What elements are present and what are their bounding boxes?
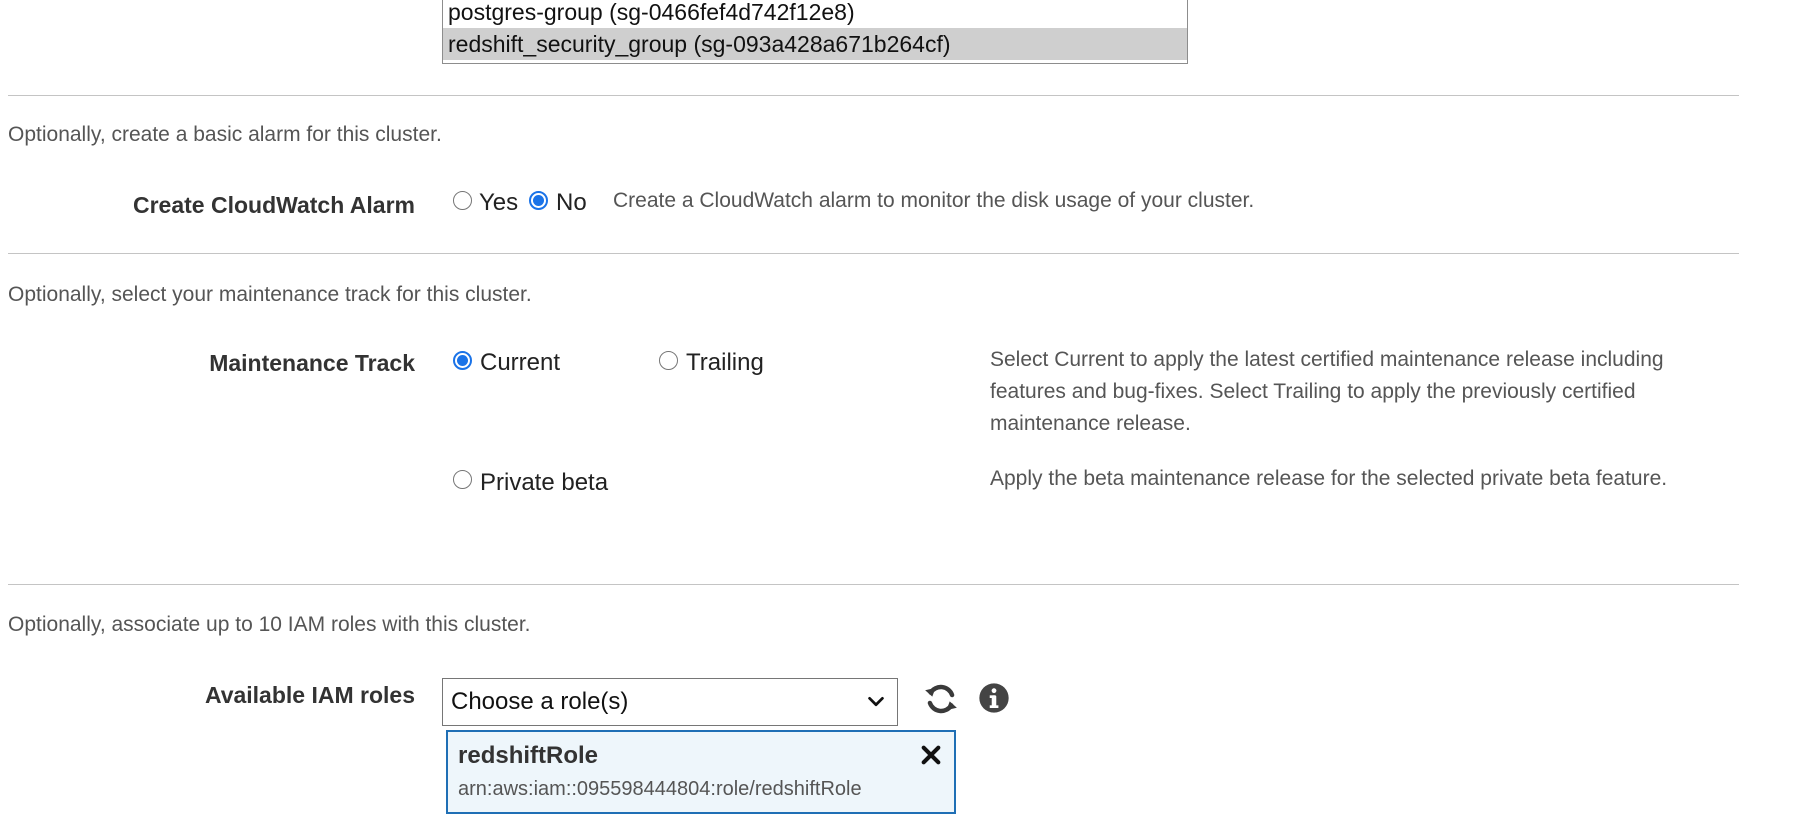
maintenance-trailing-radio[interactable] <box>659 351 678 370</box>
maintenance-help-line: features and bug-fixes. Select Trailing … <box>990 380 1636 403</box>
available-iam-roles-label: Available IAM roles <box>204 682 415 708</box>
iam-role-select-value: Choose a role(s) <box>451 688 629 715</box>
maintenance-private-beta-label[interactable]: Private beta <box>480 469 608 497</box>
maintenance-section-note: Optionally, select your maintenance trac… <box>8 283 532 306</box>
security-group-option-selected[interactable]: redshift_security_group (sg-093a428a671b… <box>443 28 1187 60</box>
maintenance-private-beta-radio[interactable] <box>453 470 472 489</box>
maintenance-track-label: Maintenance Track <box>209 350 415 376</box>
alarm-yes-label[interactable]: Yes <box>479 189 518 217</box>
security-group-listbox[interactable]: postgres-group (sg-0466fef4d742f12e8) re… <box>442 0 1188 64</box>
divider <box>8 95 1739 96</box>
iam-section-note: Optionally, associate up to 10 IAM roles… <box>8 613 531 636</box>
divider <box>8 253 1739 254</box>
security-group-option[interactable]: postgres-group (sg-0466fef4d742f12e8) <box>443 0 1187 28</box>
maintenance-help-line: Select Current to apply the latest certi… <box>990 348 1664 371</box>
role-arn: arn:aws:iam::095598444804:role/redshiftR… <box>458 778 862 800</box>
maintenance-help-text: Select Current to apply the latest certi… <box>990 344 1710 440</box>
private-beta-help-text: Apply the beta maintenance release for t… <box>990 467 1668 490</box>
divider <box>8 584 1739 585</box>
maintenance-trailing-label[interactable]: Trailing <box>686 349 764 377</box>
chevron-down-icon <box>868 696 884 707</box>
refresh-icon[interactable] <box>922 680 960 718</box>
maintenance-current-label[interactable]: Current <box>480 349 560 377</box>
alarm-yes-radio[interactable] <box>453 191 472 210</box>
selected-role-card: redshiftRole arn:aws:iam::095598444804:r… <box>446 730 956 814</box>
alarm-help-text: Create a CloudWatch alarm to monitor the… <box>613 189 1255 212</box>
alarm-section-note: Optionally, create a basic alarm for thi… <box>8 123 442 146</box>
iam-role-select[interactable]: Choose a role(s) <box>442 678 898 726</box>
maintenance-help-line: maintenance release. <box>990 412 1191 435</box>
alarm-no-radio[interactable] <box>529 191 548 210</box>
info-icon[interactable] <box>978 682 1010 714</box>
alarm-no-label[interactable]: No <box>556 189 587 217</box>
cloudwatch-alarm-label: Create CloudWatch Alarm <box>132 192 415 218</box>
close-icon[interactable] <box>920 744 942 766</box>
role-name: redshiftRole <box>458 742 599 769</box>
maintenance-current-radio[interactable] <box>453 351 472 370</box>
